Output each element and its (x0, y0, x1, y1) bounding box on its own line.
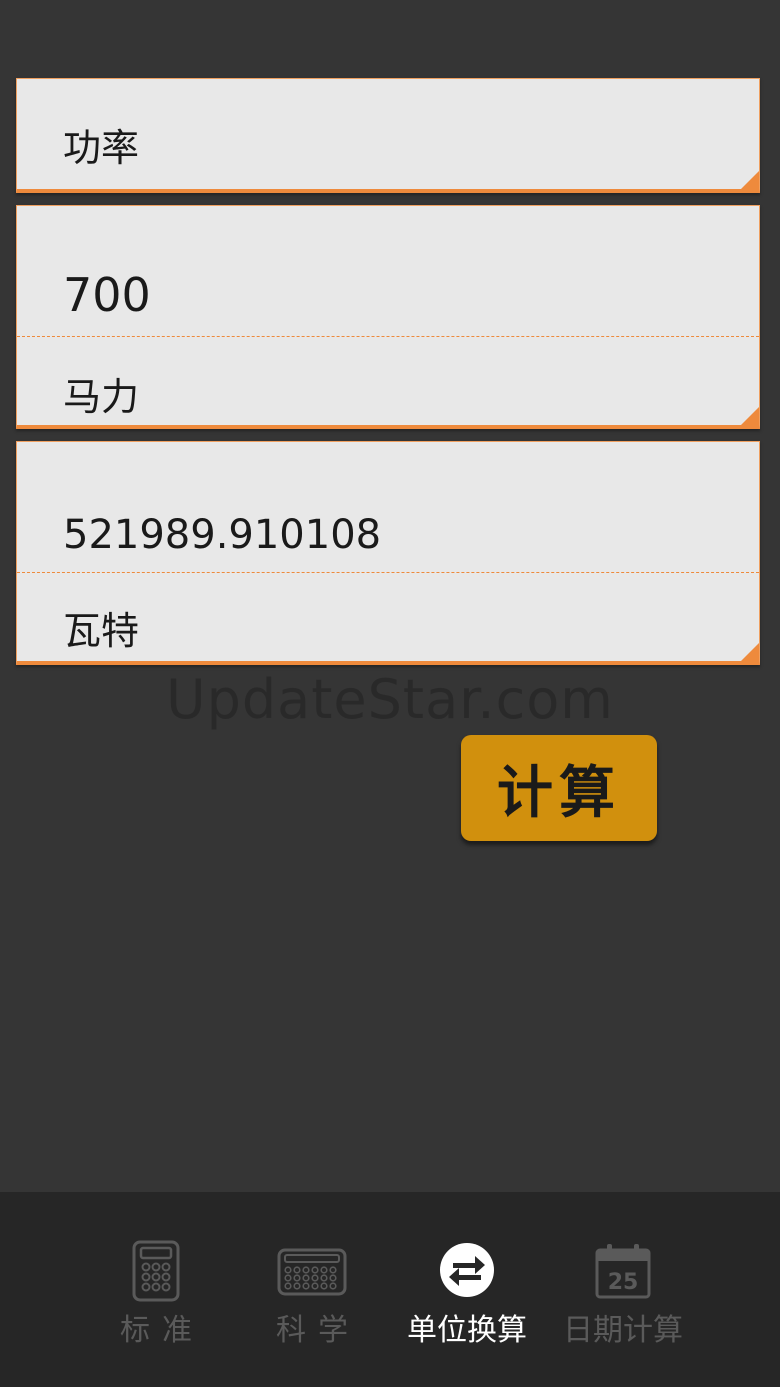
bottom-tab-bar: 标准 科学 单位换算 25 日期计算 (0, 1192, 780, 1387)
calculate-button[interactable]: 计算 (461, 735, 657, 841)
tab-label: 单位换算 (407, 1313, 527, 1348)
tab-label: 标准 (120, 1313, 204, 1348)
tab-unit-conversion[interactable]: 单位换算 (389, 1192, 545, 1387)
input-divider (17, 336, 759, 337)
dropdown-corner-icon (741, 643, 759, 661)
swap-arrows-icon (439, 1242, 495, 1302)
output-panel: 521989.910108 瓦特 (16, 441, 760, 665)
input-panel: 700 马力 (16, 205, 760, 429)
dropdown-corner-icon (741, 171, 759, 189)
category-selector[interactable]: 功率 (16, 78, 760, 193)
tab-standard[interactable]: 标准 (78, 1192, 234, 1387)
output-unit-selector[interactable]: 瓦特 (63, 600, 139, 655)
category-label: 功率 (63, 126, 140, 170)
tab-label: 日期计算 (563, 1313, 683, 1348)
calculator-icon (132, 1240, 180, 1306)
input-value-field[interactable]: 700 (63, 268, 151, 322)
output-divider (17, 572, 759, 573)
calendar-icon: 25 (594, 1242, 652, 1304)
scientific-keyboard-icon (277, 1248, 347, 1300)
dropdown-corner-icon (741, 407, 759, 425)
input-unit-selector[interactable]: 马力 (63, 366, 139, 421)
tab-label: 科学 (276, 1313, 360, 1348)
tab-scientific[interactable]: 科学 (234, 1192, 390, 1387)
calendar-day: 25 (608, 1270, 639, 1295)
output-value: 521989.910108 (63, 512, 382, 558)
watermark: UpdateStar.com (166, 668, 614, 731)
tab-date-calculation[interactable]: 25 日期计算 (545, 1192, 701, 1387)
